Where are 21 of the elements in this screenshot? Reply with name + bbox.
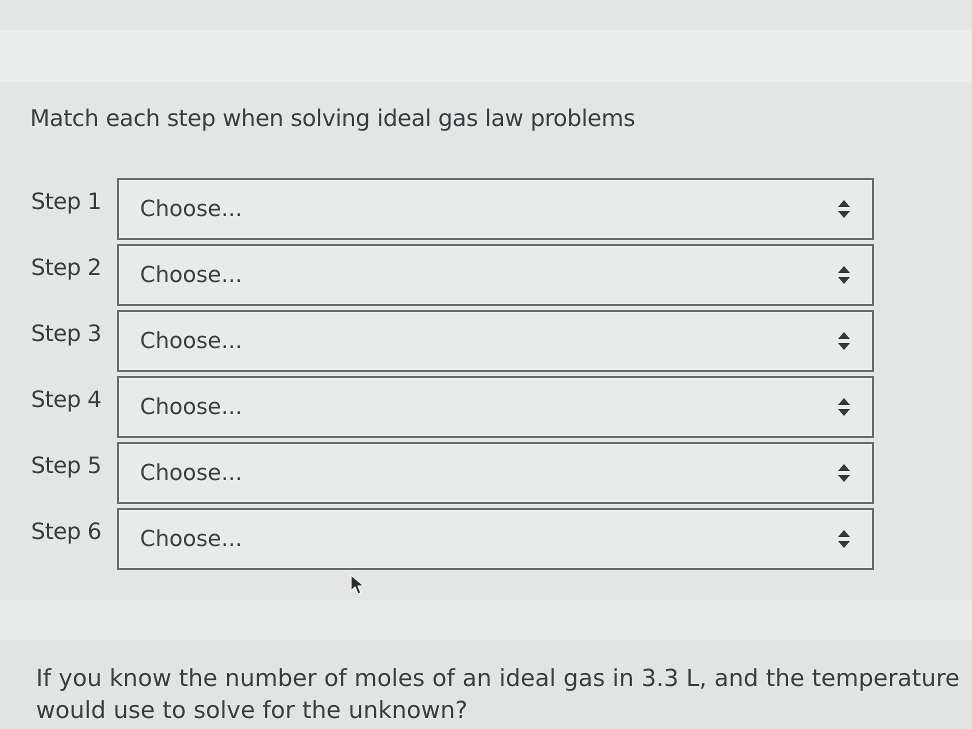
question-prompt: Match each step when solving ideal gas law problems xyxy=(30,105,636,134)
step-dropdown[interactable]: Choose... xyxy=(117,376,874,438)
sort-arrows-icon xyxy=(838,200,850,218)
sort-arrows-icon xyxy=(838,530,850,548)
sort-arrows-icon xyxy=(838,464,850,482)
step-label: Step 4 xyxy=(31,386,102,415)
step-label: Step 1 xyxy=(31,188,102,217)
step-dropdown[interactable]: Choose... xyxy=(117,508,874,570)
step-label: Step 5 xyxy=(31,452,102,481)
step-label: Step 3 xyxy=(31,320,102,349)
step-dropdown[interactable]: Choose... xyxy=(117,442,874,504)
step-dropdown[interactable]: Choose... xyxy=(117,244,874,306)
step-label: Step 2 xyxy=(31,254,102,283)
sort-arrows-icon xyxy=(838,332,850,350)
mouse-pointer-icon xyxy=(350,574,366,596)
step-dropdown[interactable]: Choose... xyxy=(117,178,874,240)
question-text: If you know the number of moles of an ideal gas in 3.3 L, and the temperature would use to solve for the unknown? xyxy=(36,663,960,726)
step-dropdown[interactable]: Choose... xyxy=(117,310,874,372)
step-label: Step 6 xyxy=(31,518,102,547)
sort-arrows-icon xyxy=(838,398,850,416)
sort-arrows-icon xyxy=(838,266,850,284)
